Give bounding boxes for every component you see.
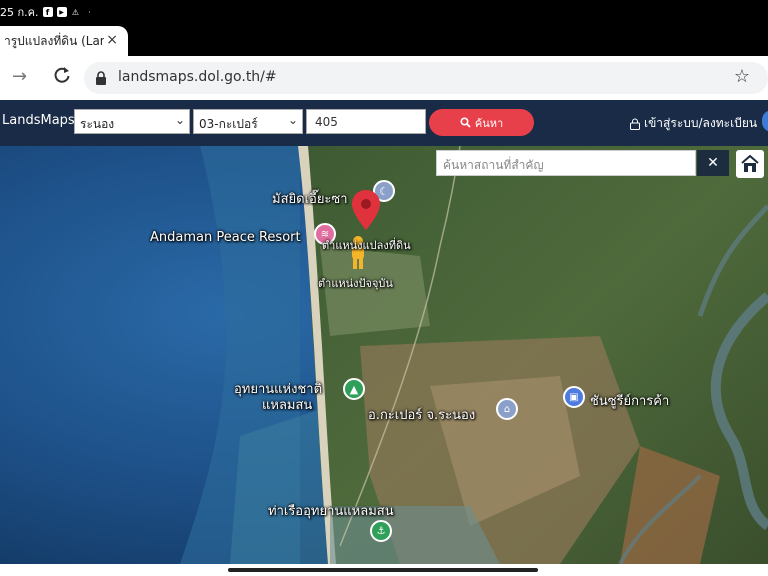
search-button[interactable]: ค้นหา bbox=[429, 109, 534, 136]
bottom-bar bbox=[0, 564, 768, 576]
map-label-pier: ท่าเรืออุทยานแหลมสน bbox=[268, 504, 394, 519]
app-header: LandsMaps ระนอง ⌄ 03-กะเปอร์ ⌄ 405 ค้นหา… bbox=[0, 100, 768, 146]
chevron-down-icon: ⌄ bbox=[174, 113, 185, 127]
map-label-shop: ชันซูรีย์การค้า bbox=[590, 394, 670, 409]
login-link[interactable]: เข้าสู่ระบบ/ลงทะเบียน bbox=[630, 114, 757, 133]
lock-icon bbox=[630, 118, 640, 130]
bookmark-star-icon[interactable]: ☆ bbox=[734, 66, 750, 87]
forward-icon[interactable]: → bbox=[12, 66, 27, 87]
browser-tab-active[interactable]: ารูปแปลงที่ดิน (Land × bbox=[0, 26, 128, 56]
map-label-resort: Andaman Peace Resort bbox=[150, 230, 301, 245]
lock-icon bbox=[96, 71, 106, 85]
government-pin-icon[interactable]: ⌂ bbox=[496, 398, 518, 420]
shop-pin-icon[interactable]: ▣ bbox=[563, 386, 585, 408]
search-icon bbox=[460, 117, 471, 128]
screen: 25 ก.ค. f ▶ ⚠ · ารูปแปลงที่ดิน (Land × +… bbox=[0, 0, 768, 576]
login-label: เข้าสู่ระบบ/ลงทะเบียน bbox=[644, 116, 758, 130]
dot-icon: · bbox=[88, 7, 91, 17]
home-button[interactable] bbox=[736, 150, 764, 178]
facebook-icon: f bbox=[42, 7, 53, 17]
brand-logo-text: LandsMaps bbox=[2, 113, 75, 128]
tab-close-icon[interactable]: × bbox=[106, 32, 118, 48]
district-select[interactable]: 03-กะเปอร์ ⌄ bbox=[193, 109, 303, 134]
youtube-icon: ▶ bbox=[56, 7, 67, 17]
tab-title: ารูปแปลงที่ดิน (Land bbox=[4, 33, 104, 48]
province-select[interactable]: ระนอง ⌄ bbox=[74, 109, 190, 134]
home-indicator[interactable] bbox=[228, 568, 538, 572]
park-pin-icon[interactable]: ▲ bbox=[343, 378, 365, 400]
close-icon[interactable]: ✕ bbox=[697, 150, 729, 176]
pier-pin-icon[interactable]: ⚓ bbox=[370, 520, 392, 542]
location-marker-icon[interactable] bbox=[352, 190, 380, 230]
status-time: 25 ก.ค. bbox=[0, 6, 39, 19]
province-value: ระนอง bbox=[80, 117, 115, 131]
map-label-national-park-2: แหลมสน bbox=[262, 398, 313, 413]
url-text: landsmaps.dol.go.th/# bbox=[118, 69, 277, 85]
map-label-mosque: มัสยิดเอี๊ยะซา bbox=[272, 192, 348, 207]
map-label-current-location: ตำแหน่งปัจจุบัน bbox=[318, 277, 393, 290]
search-button-label: ค้นหา bbox=[474, 116, 504, 130]
map-label-parcel: ตำแหน่งแปลงที่ดิน bbox=[322, 239, 411, 252]
address-bar: → landsmaps.dol.go.th/# ☆ bbox=[0, 56, 768, 100]
url-field[interactable]: landsmaps.dol.go.th/# ☆ bbox=[84, 62, 768, 94]
chevron-down-icon: ⌄ bbox=[287, 113, 298, 127]
place-search-input[interactable]: ค้นหาสถานที่สำคัญ bbox=[436, 150, 696, 176]
home-icon bbox=[741, 155, 759, 172]
status-bar: 25 ก.ค. f ▶ ⚠ · bbox=[0, 0, 768, 24]
parcel-number-input[interactable]: 405 bbox=[306, 109, 426, 134]
satellite-map[interactable]: ค้นหาสถานที่สำคัญ ✕ ☾ ≋ ▲ ⌂ ▣ ⚓ มัสยิดเอ… bbox=[0, 146, 768, 564]
district-value: 03-กะเปอร์ bbox=[199, 117, 258, 131]
map-label-district-office: อ.กะเปอร์ จ.ระนอง bbox=[368, 408, 476, 423]
reload-icon[interactable] bbox=[52, 65, 72, 85]
warning-icon: ⚠ bbox=[71, 7, 80, 17]
tab-strip: ารูปแปลงที่ดิน (Land × + bbox=[0, 24, 768, 75]
